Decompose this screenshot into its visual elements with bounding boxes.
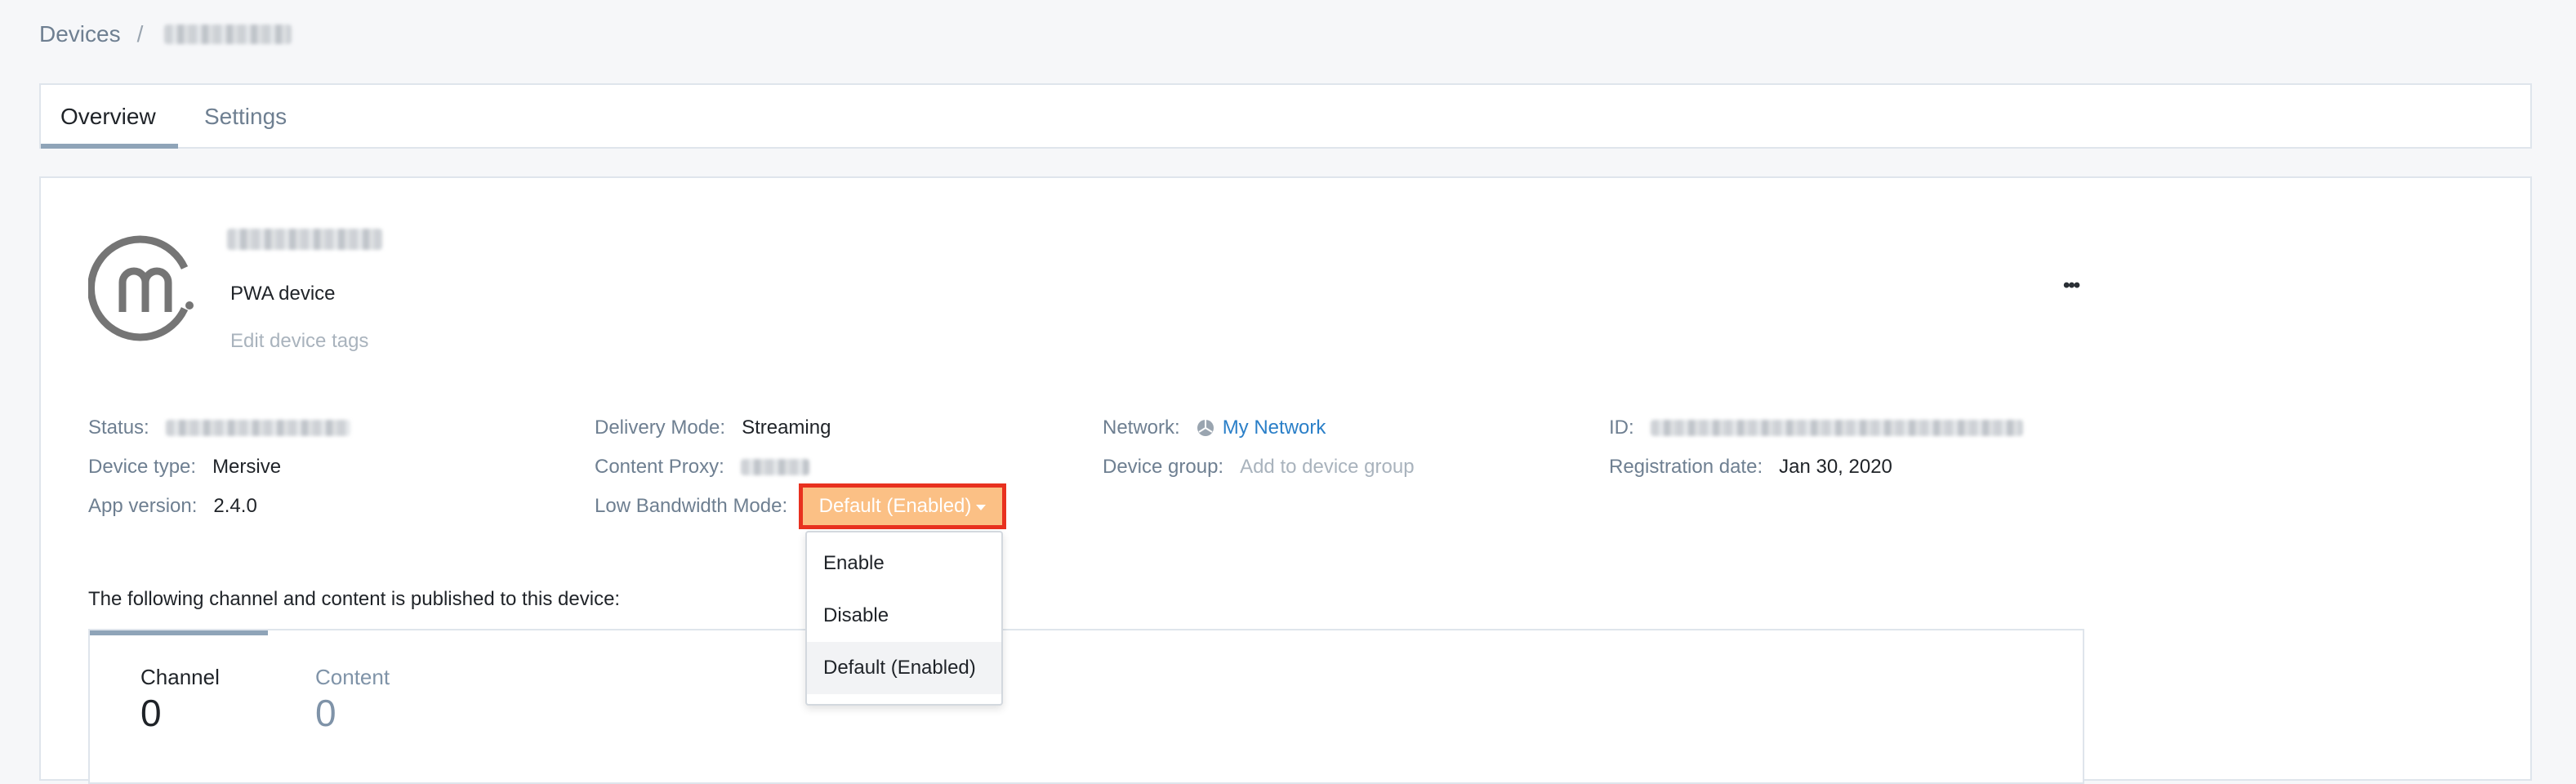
- publish-counter-card: Channel 0 Content 0: [88, 629, 2084, 784]
- delivery-mode-field: Delivery Mode: Streaming: [595, 416, 831, 439]
- low-bandwidth-dropdown-menu: Enable Disable Default (Enabled): [805, 531, 1003, 706]
- add-to-device-group-link[interactable]: Add to device group: [1240, 456, 1414, 479]
- id-label: ID:: [1609, 416, 1634, 439]
- id-field: ID:: [1609, 416, 2023, 439]
- mersive-m-logo-icon: [88, 235, 194, 341]
- active-counter-indicator: [90, 630, 268, 635]
- caret-down-icon: [976, 504, 987, 510]
- edit-device-tags-link[interactable]: Edit device tags: [230, 330, 368, 353]
- channel-counter-value: 0: [140, 692, 162, 734]
- channel-counter-label: Channel: [140, 665, 220, 689]
- content-proxy-value-redacted: [740, 459, 809, 475]
- app-version-field: App version: 2.4.0: [88, 495, 257, 518]
- delivery-mode-value: Streaming: [742, 416, 831, 439]
- breadcrumb-current-redacted: [164, 24, 292, 44]
- device-type-field: Device type: Mersive: [88, 456, 281, 479]
- status-field: Status:: [88, 416, 350, 439]
- registration-date-label: Registration date:: [1609, 456, 1763, 478]
- tab-overview[interactable]: Overview: [41, 85, 178, 149]
- breadcrumb-separator: /: [136, 21, 144, 47]
- device-type-value: Mersive: [212, 456, 282, 478]
- registration-date-field: Registration date: Jan 30, 2020: [1609, 456, 1892, 479]
- content-proxy-field: Content Proxy:: [595, 456, 809, 479]
- device-group-label: Device group:: [1103, 456, 1224, 478]
- network-field: Network: My Network: [1103, 416, 1326, 439]
- low-bandwidth-field: Low Bandwidth Mode:: [595, 495, 804, 518]
- network-label: Network:: [1103, 416, 1180, 439]
- content-counter[interactable]: Content 0: [315, 665, 390, 736]
- dropdown-option-enable[interactable]: Enable: [807, 537, 1001, 590]
- tab-overview-label: Overview: [60, 104, 156, 129]
- id-value-redacted: [1650, 420, 2023, 436]
- tab-settings[interactable]: Settings: [204, 85, 287, 149]
- status-label: Status:: [88, 416, 149, 439]
- low-bandwidth-label: Low Bandwidth Mode:: [595, 495, 788, 517]
- content-proxy-label: Content Proxy:: [595, 456, 724, 478]
- device-name-redacted: [227, 229, 382, 250]
- device-type-label: PWA device: [230, 283, 336, 305]
- network-link[interactable]: My Network: [1223, 416, 1326, 439]
- device-type-field-label: Device type:: [88, 456, 197, 478]
- low-bandwidth-selected-value: Default (Enabled): [818, 495, 972, 517]
- device-group-field: Device group: Add to device group: [1103, 456, 1415, 479]
- delivery-mode-label: Delivery Mode:: [595, 416, 726, 439]
- content-counter-value: 0: [315, 692, 336, 734]
- breadcrumb: Devices /: [39, 21, 292, 47]
- tab-settings-label: Settings: [204, 104, 287, 129]
- channel-counter[interactable]: Channel 0: [140, 665, 220, 736]
- registration-date-value: Jan 30, 2020: [1779, 456, 1892, 478]
- dropdown-option-disable[interactable]: Disable: [807, 590, 1001, 642]
- breadcrumb-devices-link[interactable]: Devices: [39, 21, 121, 47]
- content-counter-label: Content: [315, 665, 390, 689]
- network-globe-icon: [1197, 420, 1214, 436]
- app-version-value: 2.4.0: [213, 495, 257, 517]
- tab-bar: Overview Settings: [39, 83, 2532, 149]
- status-value-redacted: [165, 420, 350, 436]
- low-bandwidth-dropdown-button[interactable]: Default (Enabled): [799, 483, 1006, 529]
- dropdown-option-default-enabled[interactable]: Default (Enabled): [807, 642, 1001, 694]
- published-description: The following channel and content is pub…: [88, 588, 621, 610]
- app-version-label: App version:: [88, 495, 198, 517]
- more-dots-icon[interactable]: •••: [2063, 274, 2080, 297]
